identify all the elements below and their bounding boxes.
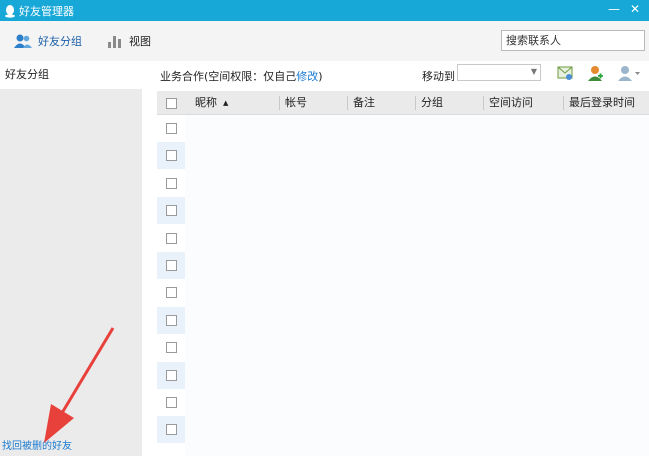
column-header-remark[interactable]: 备注 — [347, 91, 415, 115]
row-checkbox[interactable] — [166, 314, 177, 326]
table-row[interactable] — [157, 416, 185, 444]
edit-permission-link[interactable]: 修改 — [296, 70, 318, 83]
friend-group-label: 好友分组 — [38, 35, 82, 48]
row-checkbox[interactable] — [166, 123, 177, 134]
chevron-down-icon: ▼ — [530, 67, 537, 76]
group-list[interactable] — [0, 89, 142, 456]
view-button[interactable]: 视图 — [107, 31, 151, 51]
column-header-nickname[interactable]: 昵称 ▲ — [189, 91, 279, 115]
row-checkbox[interactable] — [166, 369, 177, 381]
column-header-space-visit[interactable]: 空间访问 — [483, 91, 563, 115]
row-checkbox[interactable] — [166, 424, 177, 436]
group-header: 业务合作(空间权限：仅自己修改) — [160, 68, 323, 84]
table-row[interactable] — [157, 306, 185, 334]
search-input[interactable]: 搜索联系人 — [501, 30, 645, 51]
row-checkbox[interactable] — [166, 177, 177, 189]
main-panel: 业务合作(空间权限：仅自己修改) 移动到 ▼ 昵称 ▲ 帐号 备注 分组 空间访问… — [142, 61, 649, 456]
table-row[interactable] — [157, 361, 185, 389]
sidebar-header: 好友分组 — [0, 61, 142, 89]
row-checkbox[interactable] — [166, 287, 177, 299]
add-user-icon[interactable] — [586, 64, 604, 82]
friends-table: 昵称 ▲ 帐号 备注 分组 空间访问 最后登录时间 — [157, 91, 649, 456]
table-row[interactable] — [157, 279, 185, 306]
row-checkbox[interactable] — [166, 397, 177, 408]
row-checkbox[interactable] — [166, 260, 177, 271]
sidebar: 好友分组 找回被删的好友 — [0, 61, 142, 456]
window-title: 好友管理器 — [19, 4, 74, 18]
table-row[interactable] — [157, 115, 185, 142]
table-row[interactable] — [157, 142, 185, 170]
title-bar: 好友管理器 — ✕ — [0, 0, 649, 21]
column-header-last-login[interactable]: 最后登录时间 — [563, 91, 649, 115]
row-checkbox[interactable] — [166, 150, 177, 162]
find-deleted-friends-link[interactable]: 找回被删的好友 — [2, 437, 72, 452]
send-mail-icon[interactable] — [556, 64, 574, 82]
table-body — [185, 115, 649, 456]
user-settings-icon[interactable] — [617, 64, 641, 82]
bar-chart-icon — [108, 35, 121, 48]
close-button[interactable]: ✕ — [627, 2, 643, 18]
column-header-account[interactable]: 帐号 — [279, 91, 347, 115]
view-label: 视图 — [129, 35, 151, 48]
group-title: 业务合作(空间权限：仅自己 — [160, 70, 297, 83]
table-row[interactable] — [157, 197, 185, 225]
row-checkbox[interactable] — [166, 205, 177, 217]
row-checkbox[interactable] — [166, 232, 177, 244]
qq-penguin-icon — [5, 4, 15, 18]
row-checkbox[interactable] — [166, 342, 177, 354]
checkbox-column — [157, 115, 185, 456]
table-row[interactable] — [157, 389, 185, 416]
move-to-label: 移动到 — [422, 70, 455, 83]
table-row[interactable] — [157, 170, 185, 197]
group-title-close: ) — [318, 70, 323, 83]
table-row[interactable] — [157, 225, 185, 252]
move-to-select[interactable]: ▼ — [457, 64, 541, 81]
table-row[interactable] — [157, 334, 185, 361]
select-all-checkbox[interactable] — [166, 98, 177, 109]
column-header-group[interactable]: 分组 — [415, 91, 483, 115]
friend-group-button[interactable]: 好友分组 — [14, 31, 82, 51]
friends-icon — [14, 34, 32, 48]
table-row[interactable] — [157, 252, 185, 279]
minimize-button[interactable]: — — [606, 2, 622, 18]
sort-ascending-icon: ▲ — [223, 99, 229, 107]
table-header: 昵称 ▲ 帐号 备注 分组 空间访问 最后登录时间 — [157, 91, 649, 115]
